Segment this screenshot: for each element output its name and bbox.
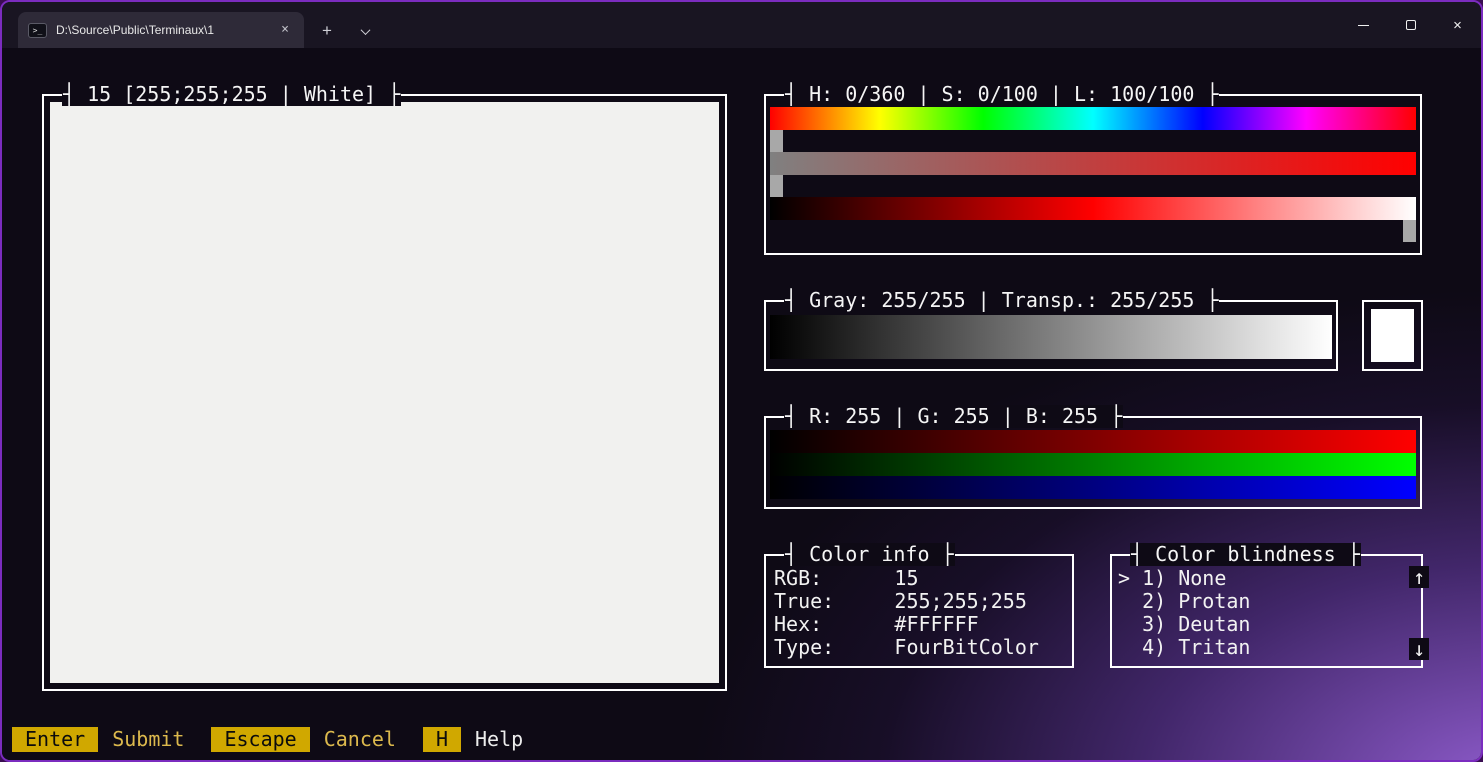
scroll-up-arrow[interactable]: ↑ <box>1409 566 1429 588</box>
tab-dropdown-button[interactable] <box>346 14 384 48</box>
saturation-slider[interactable] <box>770 175 783 197</box>
info-row-hex: Hex:#FFFFFF <box>774 613 1072 636</box>
hue-bar[interactable] <box>770 107 1416 130</box>
lightness-bar[interactable] <box>770 197 1416 220</box>
info-row-type: Type:FourBitColor <box>774 636 1072 659</box>
hint-label-cancel: Cancel <box>324 727 396 752</box>
info-row-rgb: RGB:15 <box>774 567 1072 590</box>
chevron-down-icon <box>360 25 370 35</box>
maximize-icon <box>1406 20 1416 30</box>
hsl-box: ┤ H: 0/360 | S: 0/100 | L: 100/100 ├ <box>764 94 1422 255</box>
info-value: #FFFFFF <box>894 612 978 636</box>
terminal-content: ┤ 15 [255;255;255 | White] ├ ┤ H: 0/360 … <box>2 48 1481 760</box>
hue-slider[interactable] <box>770 130 783 152</box>
selection-cursor: > <box>1118 567 1142 590</box>
info-value: FourBitColor <box>894 635 1039 659</box>
minimize-icon <box>1358 25 1369 26</box>
info-label: Hex: <box>774 613 894 636</box>
option-label: 3) Deutan <box>1142 612 1250 636</box>
terminal-window: >_ D:\Source\Public\Terminaux\1 × + × ┤ … <box>0 0 1483 762</box>
current-color-swatch-box <box>1362 300 1423 371</box>
current-color-swatch <box>1371 309 1414 362</box>
info-row-true: True:255;255;255 <box>774 590 1072 613</box>
window-controls: × <box>1340 2 1481 48</box>
blindness-option-none[interactable]: >1) None <box>1118 567 1421 590</box>
titlebar[interactable]: >_ D:\Source\Public\Terminaux\1 × + × <box>2 2 1481 48</box>
hint-cancel: Escape Cancel <box>211 727 396 752</box>
minimize-button[interactable] <box>1340 2 1387 48</box>
new-tab-button[interactable]: + <box>308 14 346 48</box>
maximize-button[interactable] <box>1387 2 1434 48</box>
hint-label-submit: Submit <box>112 727 184 752</box>
info-label: Type: <box>774 636 894 659</box>
color-info-box: ┤ Color info ├ RGB:15 True:255;255;255 H… <box>764 554 1074 668</box>
lightness-slider-row <box>770 220 1416 242</box>
rgb-title: ┤ R: 255 | G: 255 | B: 255 ├ <box>784 405 1123 428</box>
escape-key-badge[interactable]: Escape <box>211 727 309 752</box>
hsl-title: ┤ H: 0/360 | S: 0/100 | L: 100/100 ├ <box>784 83 1219 106</box>
info-value: 255;255;255 <box>894 589 1026 613</box>
color-preview-fill <box>50 102 719 683</box>
scroll-down-arrow[interactable]: ↓ <box>1409 638 1429 660</box>
option-label: 1) None <box>1142 566 1226 590</box>
hint-label-help: Help <box>475 727 523 752</box>
green-bar[interactable] <box>770 453 1416 476</box>
blue-bar[interactable] <box>770 476 1416 499</box>
hue-slider-row <box>770 130 1416 152</box>
color-preview-pane: ┤ 15 [255;255;255 | White] ├ <box>42 94 727 691</box>
blindness-option-tritan[interactable]: 4) Tritan <box>1118 636 1421 659</box>
tab-title: D:\Source\Public\Terminaux\1 <box>56 23 276 37</box>
option-label: 2) Protan <box>1142 589 1250 613</box>
option-label: 4) Tritan <box>1142 635 1250 659</box>
tab-close-icon[interactable]: × <box>276 21 294 39</box>
info-label: True: <box>774 590 894 613</box>
color-preview-title: ┤ 15 [255;255;255 | White] ├ <box>62 83 401 106</box>
lightness-slider[interactable] <box>1403 220 1416 242</box>
blindness-option-protan[interactable]: 2) Protan <box>1118 590 1421 613</box>
tab[interactable]: >_ D:\Source\Public\Terminaux\1 × <box>18 12 304 48</box>
info-label: RGB: <box>774 567 894 590</box>
h-key-badge[interactable]: H <box>423 727 461 752</box>
close-button[interactable]: × <box>1434 2 1481 48</box>
saturation-bar[interactable] <box>770 152 1416 175</box>
color-blindness-title: ┤ Color blindness ├ <box>1130 543 1361 566</box>
rgb-box: ┤ R: 255 | G: 255 | B: 255 ├ <box>764 416 1422 509</box>
red-bar[interactable] <box>770 430 1416 453</box>
hint-help: H Help <box>423 727 523 752</box>
gray-transparency-title: ┤ Gray: 255/255 | Transp.: 255/255 ├ <box>784 289 1219 312</box>
hint-submit: Enter Submit <box>12 727 184 752</box>
gray-transparency-box: ┤ Gray: 255/255 | Transp.: 255/255 ├ <box>764 300 1338 371</box>
info-value: 15 <box>894 566 918 590</box>
saturation-slider-row <box>770 175 1416 197</box>
color-blindness-box: ┤ Color blindness ├ ↑ ↓ >1) None 2) Prot… <box>1110 554 1423 668</box>
gray-bar[interactable] <box>770 315 1332 359</box>
keybindings-bar: Enter Submit Escape Cancel H Help <box>12 727 523 752</box>
color-info-title: ┤ Color info ├ <box>784 543 955 566</box>
terminal-icon: >_ <box>28 23 47 38</box>
enter-key-badge[interactable]: Enter <box>12 727 98 752</box>
blindness-option-deutan[interactable]: 3) Deutan <box>1118 613 1421 636</box>
